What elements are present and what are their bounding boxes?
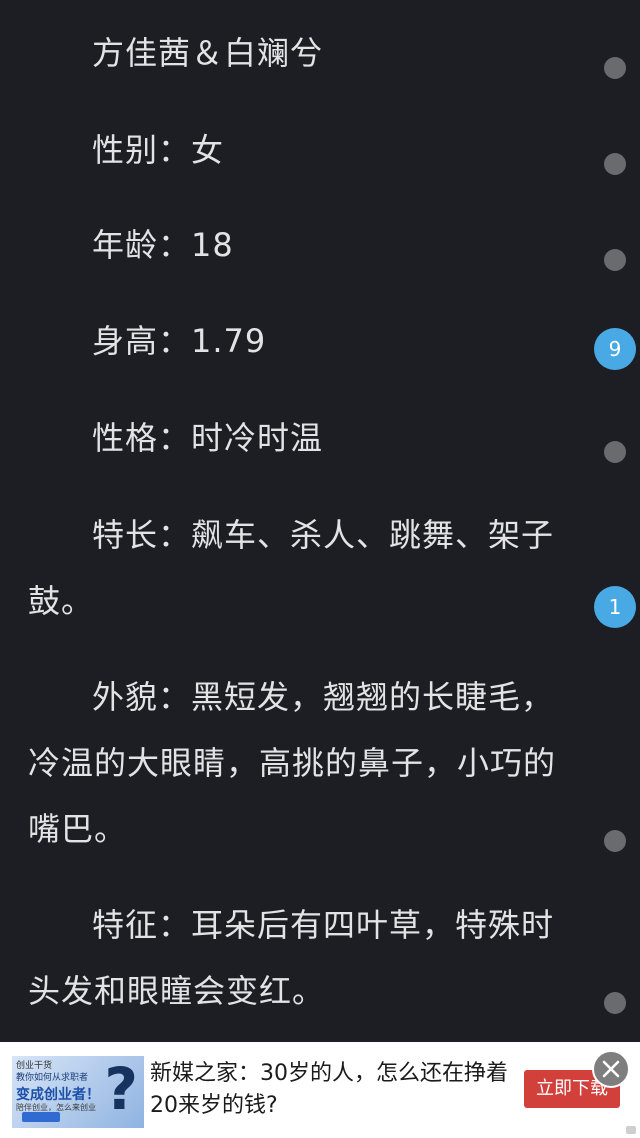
paragraph-features[interactable]: 特征：耳朵后有四叶草，特殊时头发和眼瞳会变红。 (28, 892, 578, 1024)
close-ad-button[interactable] (592, 1050, 630, 1088)
paragraph-gender[interactable]: 性别：女 (28, 117, 578, 183)
question-mark-icon: ? (104, 1056, 138, 1123)
paragraph-comment-count-badge[interactable]: 1 (594, 586, 636, 628)
reader-content: 方佳茜＆白斓兮 性别：女 年龄：18 身高：1.79 性格：时冷时温 特长：飙车… (0, 0, 640, 1042)
paragraph-appearance[interactable]: 外貌：黑短发，翘翘的长睫毛，冷温的大眼睛，高挑的鼻子，小巧的嘴巴。 (28, 664, 578, 862)
paragraph-height[interactable]: 身高：1.79 (28, 308, 578, 374)
paragraph-comment-marker[interactable] (604, 441, 626, 463)
ad-thumb-subtitle: 教你如何从求职者 (16, 1072, 89, 1082)
close-icon (602, 1060, 620, 1078)
paragraph-comment-marker[interactable] (604, 830, 626, 852)
ad-thumb-button-shape (22, 1112, 60, 1122)
paragraph-personality[interactable]: 性格：时冷时温 (28, 405, 578, 471)
paragraph-comment-marker[interactable] (604, 992, 626, 1014)
paragraph-skills[interactable]: 特长：飙车、杀人、跳舞、架子鼓。 (28, 502, 578, 634)
paragraph-title[interactable]: 方佳茜＆白斓兮 (28, 20, 578, 86)
paragraph-age[interactable]: 年龄：18 (28, 212, 578, 278)
paragraph-comment-marker[interactable] (604, 153, 626, 175)
paragraph-comment-marker[interactable] (604, 57, 626, 79)
paragraph-comment-count-badge[interactable]: 9 (594, 328, 636, 370)
ad-headline[interactable]: 新媒之家：30岁的人，怎么还在挣着20来岁的钱? (150, 1058, 510, 1122)
ad-source-icon (626, 1126, 636, 1134)
ad-thumbnail[interactable]: 创业干货 教你如何从求职者 变成创业者！ 陪伴创业，怎么来创业 ? (12, 1056, 144, 1128)
paragraph-comment-marker[interactable] (604, 249, 626, 271)
ad-thumb-headline: 变成创业者！ (16, 1086, 100, 1102)
ad-banner[interactable]: 创业干货 教你如何从求职者 变成创业者！ 陪伴创业，怎么来创业 ? 新媒之家：3… (0, 1042, 640, 1138)
